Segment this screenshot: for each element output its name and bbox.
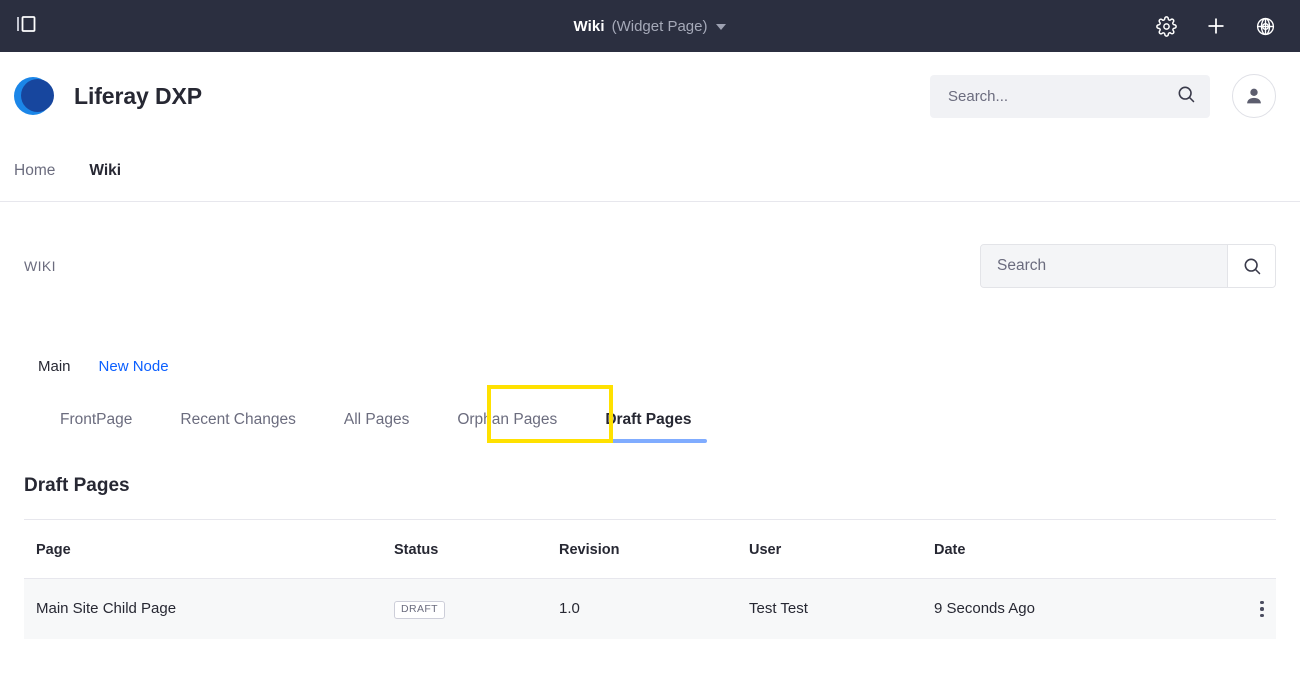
column-header-revision[interactable]: Revision <box>559 520 749 579</box>
site-header: Liferay DXP <box>0 52 1300 140</box>
tab-draft-pages[interactable]: Draft Pages <box>581 403 715 443</box>
column-header-status[interactable]: Status <box>394 520 559 579</box>
table-header-row: Page Status Revision User Date <box>24 520 1276 579</box>
globe-icon[interactable] <box>1255 16 1276 37</box>
sidebar-panel-icon[interactable] <box>14 12 38 41</box>
global-search[interactable] <box>930 74 1210 118</box>
wiki-search-input[interactable] <box>981 245 1227 287</box>
status-badge: DRAFT <box>394 601 445 619</box>
page-title: Wiki <box>573 17 605 35</box>
column-header-date[interactable]: Date <box>934 520 1224 579</box>
liferay-logo-icon <box>14 77 54 115</box>
tab-all-pages[interactable]: All Pages <box>320 403 433 443</box>
column-header-page[interactable]: Page <box>24 520 394 579</box>
gear-icon[interactable] <box>1156 15 1177 37</box>
portlet-header-row: WIKI <box>24 202 1276 288</box>
caret-down-icon[interactable] <box>716 24 727 30</box>
main-content: WIKI Main New Node FrontPage Recent Chan… <box>0 202 1300 639</box>
section-title: Draft Pages <box>24 475 130 496</box>
cell-date: 9 Seconds Ago <box>934 578 1224 639</box>
wiki-search[interactable] <box>980 244 1276 288</box>
search-input[interactable] <box>948 87 1176 105</box>
cell-status: DRAFT <box>394 578 559 639</box>
sidebar-item-wiki[interactable]: Wiki <box>89 158 121 184</box>
tab-draft-pages-label: Draft Pages <box>605 411 692 428</box>
page-tabs: FrontPage Recent Changes All Pages Orpha… <box>24 385 1276 443</box>
cell-revision: 1.0 <box>559 578 749 639</box>
tab-frontpage[interactable]: FrontPage <box>38 403 156 443</box>
cell-page[interactable]: Main Site Child Page <box>24 578 394 639</box>
node-tabs: Main New Node <box>24 358 1276 375</box>
column-header-user[interactable]: User <box>749 520 934 579</box>
column-header-actions <box>1224 520 1276 579</box>
control-bar-actions <box>1156 15 1276 37</box>
page-type-label: (Widget Page) <box>611 17 708 35</box>
table-row[interactable]: Main Site Child Page DRAFT 1.0 Test Test… <box>24 578 1276 639</box>
active-tab-underline <box>589 439 708 443</box>
control-bar: Wiki (Widget Page) <box>0 0 1300 52</box>
node-tab-main[interactable]: Main <box>38 358 71 375</box>
node-tab-new-node[interactable]: New Node <box>99 358 169 375</box>
cell-user: Test Test <box>749 578 934 639</box>
control-bar-left <box>14 12 38 41</box>
draft-pages-table: Page Status Revision User Date Main Site… <box>24 520 1276 639</box>
plus-icon[interactable] <box>1205 15 1227 37</box>
search-icon[interactable] <box>1176 84 1196 109</box>
control-bar-title-group[interactable]: Wiki (Widget Page) <box>0 18 1300 35</box>
kebab-menu-icon[interactable] <box>1248 600 1276 617</box>
brand[interactable]: Liferay DXP <box>14 77 202 115</box>
portlet-label: WIKI <box>24 258 56 274</box>
wiki-search-button[interactable] <box>1227 245 1275 287</box>
tab-recent-changes[interactable]: Recent Changes <box>156 403 319 443</box>
tab-orphan-pages[interactable]: Orphan Pages <box>433 403 581 443</box>
brand-name: Liferay DXP <box>74 82 203 109</box>
site-navigation: Home Wiki <box>0 140 1300 202</box>
site-header-right <box>930 74 1276 118</box>
sidebar-item-home[interactable]: Home <box>14 158 55 184</box>
cell-actions <box>1224 578 1276 639</box>
user-avatar-icon[interactable] <box>1232 74 1276 118</box>
